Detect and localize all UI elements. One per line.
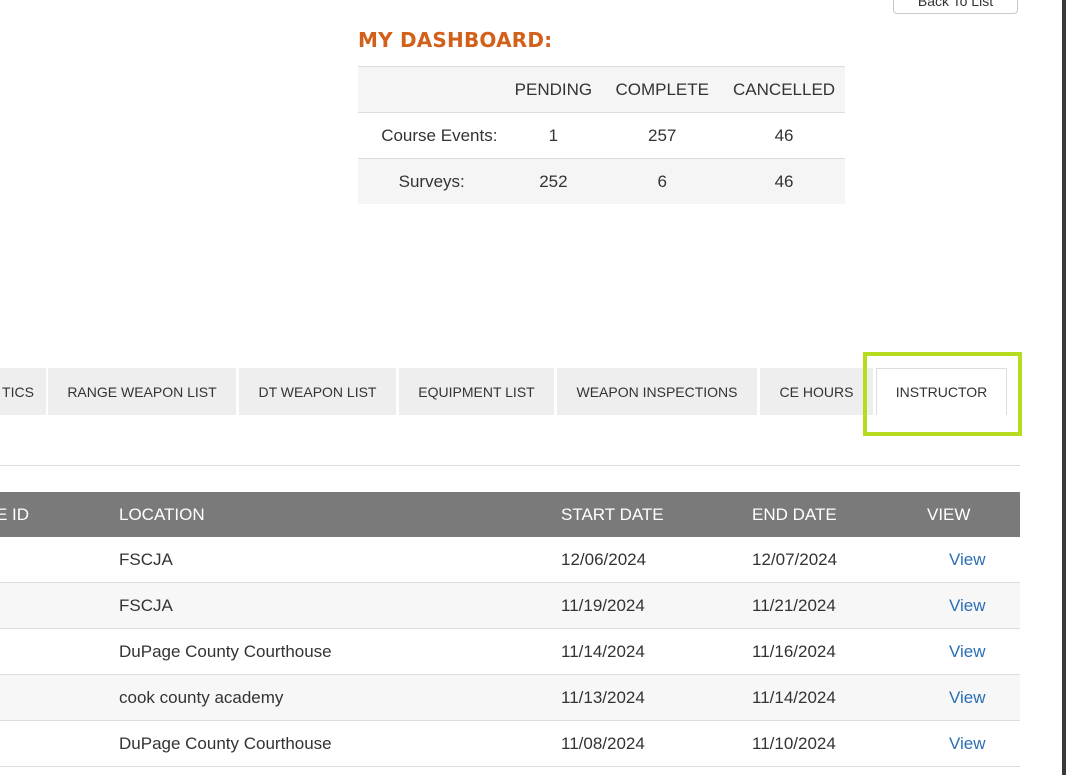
column-header-start-date: START DATE [561,492,752,537]
window-edge [1062,0,1066,775]
table-row: DuPage County Courthouse 11/14/2024 11/1… [0,628,1020,675]
tab-equipment-list[interactable]: EQUIPMENT LIST [399,368,554,415]
tabs-divider [0,465,1020,466]
view-link[interactable]: View [949,642,986,661]
view-link[interactable]: View [949,688,986,707]
cell-location: DuPage County Courthouse [119,628,561,675]
cell-end-date: 11/16/2024 [752,628,927,675]
instructor-course-table: E ID LOCATION START DATE END DATE VIEW F… [0,492,1020,767]
cell-id [0,674,119,721]
cell-start-date: 11/13/2024 [561,674,752,721]
dashboard-value-pending: 252 [505,158,602,204]
cell-view: View [927,674,1020,721]
dashboard-col-complete: COMPLETE [601,66,724,113]
table-header-row: E ID LOCATION START DATE END DATE VIEW [0,492,1020,537]
dashboard-col-pending: PENDING [505,66,602,113]
cell-start-date: 11/19/2024 [561,582,752,629]
tab-weapon-inspections[interactable]: WEAPON INSPECTIONS [557,368,757,415]
dashboard-header-row: PENDING COMPLETE CANCELLED [358,66,845,113]
dashboard-table: PENDING COMPLETE CANCELLED Course Events… [358,66,845,204]
dashboard-col-cancelled: CANCELLED [723,66,845,113]
tab-range-weapon-list[interactable]: RANGE WEAPON LIST [48,368,236,415]
dashboard-value-cancelled: 46 [723,158,845,204]
column-header-id: E ID [0,492,119,537]
tab-ce-hours[interactable]: CE HOURS [760,368,873,415]
table-row: FSCJA 11/19/2024 11/21/2024 View [0,582,1020,629]
dashboard-value-pending: 1 [505,112,602,159]
column-header-end-date: END DATE [752,492,927,537]
cell-end-date: 11/10/2024 [752,720,927,767]
cell-id [0,628,119,675]
cell-view: View [927,582,1020,629]
cell-start-date: 11/08/2024 [561,720,752,767]
dashboard-row-course-events: Course Events: 1 257 46 [358,112,845,159]
cell-location: FSCJA [119,582,561,629]
table-row: DuPage County Courthouse 11/08/2024 11/1… [0,720,1020,767]
dashboard-title: MY DASHBOARD: [358,28,553,52]
dashboard-value-complete: 257 [601,112,724,159]
cell-view: View [927,628,1020,675]
cell-location: cook county academy [119,674,561,721]
tab-statistics[interactable]: TICS [0,368,46,415]
view-link[interactable]: View [949,734,986,753]
cell-location: DuPage County Courthouse [119,720,561,767]
view-link[interactable]: View [949,596,986,615]
instructor-tab-highlight [863,352,1022,436]
cell-start-date: 11/14/2024 [561,628,752,675]
cell-end-date: 11/21/2024 [752,582,927,629]
tab-dt-weapon-list[interactable]: DT WEAPON LIST [239,368,396,415]
cell-id [0,720,119,767]
column-header-location: LOCATION [119,492,561,537]
cell-start-date: 12/06/2024 [561,537,752,583]
table-row: cook county academy 11/13/2024 11/14/202… [0,674,1020,721]
dashboard-row-surveys: Surveys: 252 6 46 [358,158,845,204]
cell-end-date: 12/07/2024 [752,537,927,583]
dashboard-row-label: Course Events: [358,112,506,159]
view-link[interactable]: View [949,550,986,569]
dashboard-row-label: Surveys: [358,158,506,204]
back-to-list-button[interactable]: Back To List [893,0,1018,14]
cell-end-date: 11/14/2024 [752,674,927,721]
cell-view: View [927,537,1020,583]
page: Back To List MY DASHBOARD: PENDING COMPL… [0,0,1066,775]
cell-view: View [927,720,1020,767]
cell-location: FSCJA [119,537,561,583]
dashboard-value-cancelled: 46 [723,112,845,159]
cell-id [0,582,119,629]
column-header-view: VIEW [927,492,1020,537]
table-row: FSCJA 12/06/2024 12/07/2024 View [0,537,1020,583]
dashboard-value-complete: 6 [601,158,724,204]
cell-id [0,537,119,583]
dashboard-corner [358,66,506,113]
